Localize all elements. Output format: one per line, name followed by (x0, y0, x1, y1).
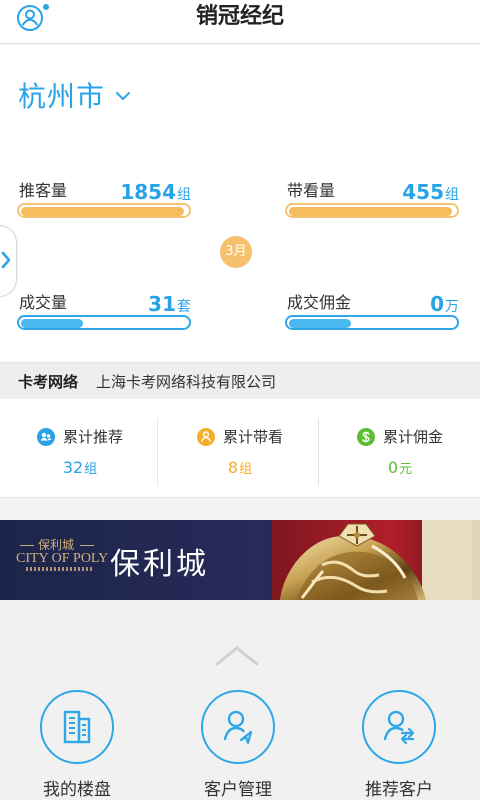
city-name: 杭州市 (18, 80, 106, 113)
stat-label: 成交量 (19, 293, 68, 312)
stat-label: 推客量 (19, 181, 68, 200)
stat-progress-fill (21, 319, 84, 328)
total-referrals: 累计推荐 32组 (0, 423, 160, 483)
total-value: 8组 (227, 458, 253, 477)
totals-summary: 累计推荐 32组 累计带看 8组 累计佣金 0元 (0, 399, 480, 498)
stat-progress-fill (289, 319, 352, 328)
recommend-customer-icon (383, 710, 415, 745)
stat-card-viewings: 带看量 455组 (285, 178, 459, 218)
nav-icon-circle (40, 690, 114, 764)
company-info: 卡考网络 上海卡考网络科技有限公司 (0, 362, 480, 399)
month-badge[interactable]: 3月 (220, 236, 252, 268)
total-label: 累计推荐 (62, 428, 123, 446)
referral-icon (36, 427, 55, 446)
stat-progress-fill (21, 207, 184, 216)
total-header: 累计佣金 (320, 426, 480, 447)
decorative-line (80, 545, 94, 546)
stat-label: 成交佣金 (287, 293, 352, 312)
banner-english-name: CITY OF POLY (16, 551, 109, 566)
total-commission: 累计佣金 0元 (320, 423, 480, 483)
stat-progress-bar (285, 315, 459, 330)
stat-label: 带看量 (287, 181, 336, 200)
nav-label: 我的楼盘 (43, 780, 111, 800)
stat-progress-bar (285, 203, 459, 218)
stat-value: 31套 (148, 292, 191, 316)
nav-label: 客户管理 (204, 780, 272, 800)
total-label: 累计带看 (222, 428, 283, 446)
stat-card-commission: 成交佣金 0万 (285, 290, 459, 330)
city-selector[interactable]: 杭州市 (18, 75, 131, 115)
quick-actions: 我的楼盘 客户管理 推荐客户 (0, 600, 480, 800)
page-title: 销冠经纪 (195, 4, 284, 29)
stat-card-referrals: 推客量 1854组 (17, 178, 191, 218)
stat-progress-fill (289, 207, 452, 216)
nav-icon-circle (362, 690, 436, 764)
customer-management-icon (223, 710, 253, 745)
nav-label: 推荐客户 (365, 780, 433, 800)
my-properties-icon (63, 710, 91, 744)
property-banner[interactable]: 保利城 CITY OF POLY 保利城 (0, 520, 480, 600)
app-header: 销冠经纪 (0, 0, 480, 44)
stat-value: 1854组 (120, 180, 191, 204)
chevron-right-icon (1, 251, 11, 269)
sales-overview: 杭州市 推客量 1854组 带看量 455组 3月 成交量 31套 成交佣金 0… (0, 45, 480, 362)
total-value: 0元 (387, 458, 413, 477)
viewing-icon (196, 427, 215, 446)
stat-card-deals: 成交量 31套 (17, 290, 191, 330)
company-short-name: 卡考网络 (18, 373, 79, 391)
total-header: 累计带看 (160, 426, 320, 447)
chevron-down-icon (116, 92, 131, 100)
banner-brand: 保利城 CITY OF POLY (16, 536, 109, 584)
stat-value: 455组 (402, 180, 459, 204)
commission-icon (356, 427, 375, 446)
company-full-name: 上海卡考网络科技有限公司 (96, 373, 277, 391)
app-screen: 销冠经纪 杭州市 推客量 1854组 带看量 455组 3月 成交量 31套 成… (0, 0, 480, 800)
stat-progress-bar (17, 203, 191, 218)
banner-title: 保利城 (110, 547, 209, 582)
total-label: 累计佣金 (382, 428, 443, 446)
total-value: 32组 (62, 458, 98, 477)
nav-recommend-customer[interactable]: 推荐客户 (339, 686, 459, 800)
stat-value: 0万 (430, 292, 459, 316)
side-panel-toggle[interactable] (0, 225, 17, 297)
nav-customer-management[interactable]: 客户管理 (178, 686, 298, 800)
nav-my-properties[interactable]: 我的楼盘 (17, 686, 137, 800)
poly-city-logo-icon (272, 520, 472, 600)
decorative-line (26, 567, 94, 571)
chevron-up-icon[interactable] (214, 644, 260, 668)
total-viewings: 累计带看 8组 (160, 423, 320, 483)
decorative-line (20, 545, 34, 546)
nav-icon-circle (201, 690, 275, 764)
stat-progress-bar (17, 315, 191, 330)
total-header: 累计推荐 (0, 426, 160, 447)
